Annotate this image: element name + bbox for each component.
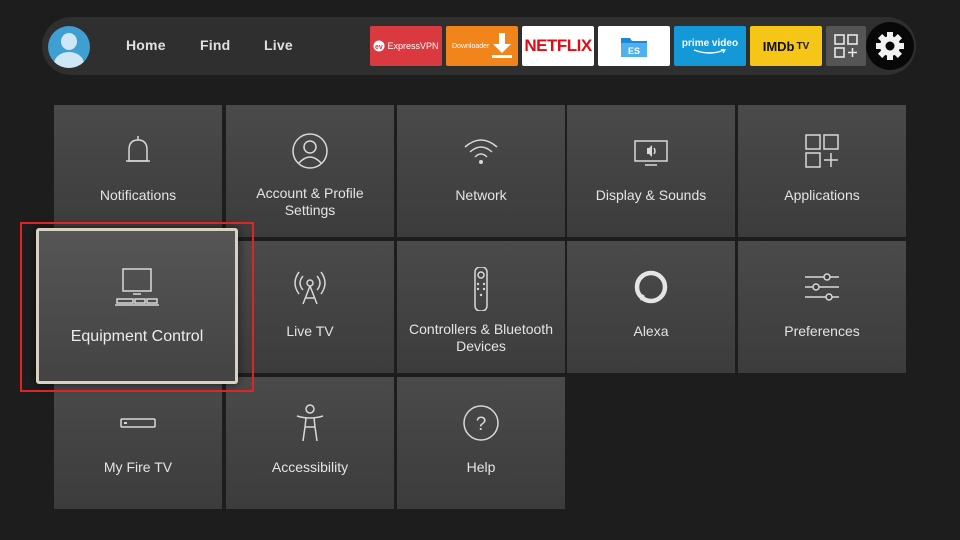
- tile-alexa[interactable]: Alexa: [567, 241, 735, 373]
- avatar-body: [54, 52, 84, 68]
- tile-notifications[interactable]: Notifications: [54, 105, 222, 237]
- app-downloader-label: Downloader: [452, 42, 490, 50]
- fire-tv-stick-icon: [120, 418, 156, 428]
- app-imdb-tv[interactable]: IMDb TV: [750, 26, 822, 66]
- app-imdb-suffix: TV: [796, 40, 810, 52]
- app-netflix[interactable]: NETFLIX: [522, 26, 594, 66]
- app-prime-label: prime video: [681, 37, 739, 49]
- tile-network-label: Network: [455, 187, 507, 203]
- gear-icon: [876, 32, 904, 60]
- tile-display-sounds-label: Display & Sounds: [595, 187, 707, 203]
- profile-icon: [292, 133, 328, 169]
- expressvpn-logo-icon: ev: [373, 40, 385, 52]
- nav-home[interactable]: Home: [126, 37, 166, 53]
- avatar-head: [61, 33, 77, 50]
- bell-icon: [126, 136, 150, 162]
- alexa-ring-icon: [634, 270, 668, 304]
- accessibility-person-icon: [296, 404, 324, 442]
- remote-icon: [474, 267, 488, 311]
- tile-alexa-label: Alexa: [633, 323, 669, 339]
- app-netflix-label: NETFLIX: [524, 36, 592, 55]
- app-expressvpn-label: ExpressVPN: [387, 41, 439, 51]
- red-highlight-annotation: [20, 222, 254, 392]
- tile-applications-label: Applications: [784, 187, 860, 203]
- tile-controllers-bluetooth[interactable]: Controllers & Bluetooth Devices: [397, 241, 565, 373]
- app-es-file-explorer[interactable]: ES: [598, 26, 670, 66]
- tile-applications[interactable]: Applications: [738, 105, 906, 237]
- tile-account-profile-label: Account & Profile Settings: [256, 185, 364, 218]
- app-expressvpn[interactable]: ev ExpressVPN: [370, 26, 442, 66]
- question-icon: ?: [463, 405, 499, 441]
- app-imdb-label: IMDb: [762, 38, 795, 54]
- app-prime-video[interactable]: prime video: [674, 26, 746, 66]
- es-folder-icon: ES: [621, 38, 647, 57]
- app-downloader[interactable]: Downloader: [446, 26, 518, 66]
- tile-help-label: Help: [466, 459, 496, 475]
- wifi-icon: [464, 139, 498, 164]
- tile-controllers-label: Controllers & Bluetooth Devices: [409, 321, 553, 354]
- tile-network[interactable]: Network: [397, 105, 565, 237]
- user-avatar-icon[interactable]: [48, 26, 90, 68]
- display-sound-icon: [634, 140, 668, 166]
- tile-my-fire-tv[interactable]: My Fire TV: [54, 377, 222, 509]
- es-logo-text: ES: [628, 46, 640, 56]
- settings-button[interactable]: [866, 22, 914, 70]
- nav-live[interactable]: Live: [264, 37, 293, 53]
- sliders-icon: [805, 273, 839, 301]
- download-arrow-icon: [492, 33, 512, 58]
- antenna-icon: [294, 271, 326, 305]
- svg-text:ev: ev: [375, 44, 383, 51]
- apps-grid-icon: [805, 134, 839, 168]
- tile-display-sounds[interactable]: Display & Sounds: [567, 105, 735, 237]
- tile-my-fire-tv-label: My Fire TV: [103, 459, 173, 475]
- tile-account-profile-settings[interactable]: Account & Profile Settings: [226, 105, 394, 237]
- tile-preferences-label: Preferences: [784, 323, 860, 339]
- tile-accessibility[interactable]: Accessibility: [226, 377, 394, 509]
- tile-notifications-label: Notifications: [99, 187, 177, 203]
- tile-live-tv-label: Live TV: [286, 323, 334, 339]
- all-apps-button[interactable]: [826, 26, 866, 66]
- prime-smile-icon: [693, 48, 726, 54]
- tile-preferences[interactable]: Preferences: [738, 241, 906, 373]
- all-apps-grid-icon: [834, 34, 858, 58]
- nav-find[interactable]: Find: [200, 37, 230, 53]
- tile-accessibility-label: Accessibility: [271, 459, 349, 475]
- svg-text:?: ?: [476, 414, 487, 435]
- tile-help[interactable]: ? Help: [397, 377, 565, 509]
